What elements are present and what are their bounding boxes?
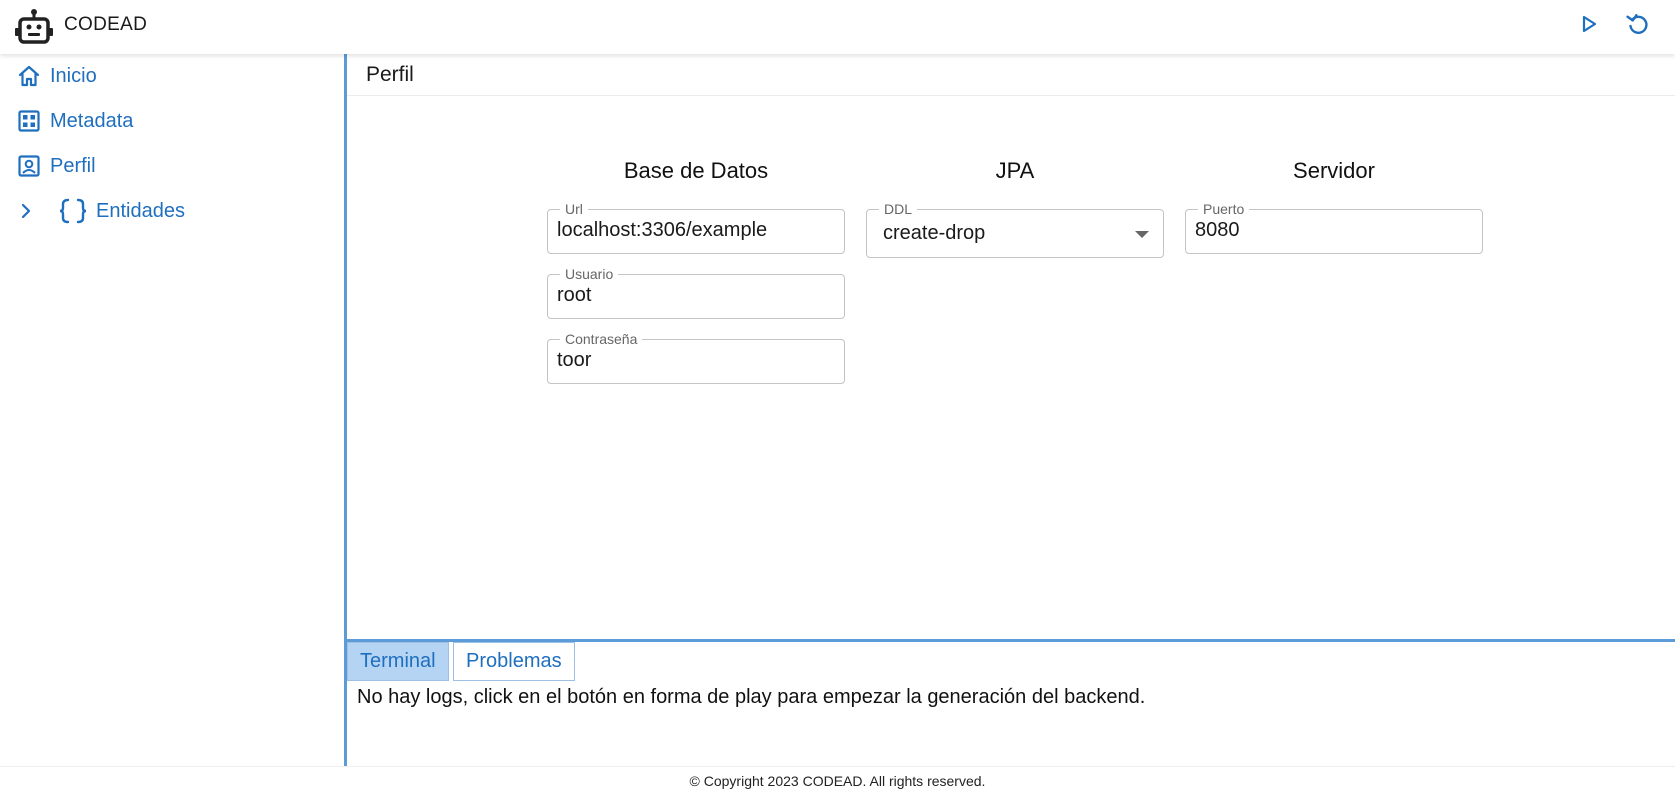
page-title-bar: Perfil [347,54,1675,96]
tab-label: Terminal [360,650,436,672]
reset-button[interactable] [1622,10,1654,42]
port-field[interactable]: Puerto [1185,201,1483,254]
tab-label: Problemas [466,650,562,672]
sidebar-item-label: Perfil [50,154,96,177]
ddl-select[interactable]: DDL create-drop [866,201,1164,258]
app-header: CODEAD [0,0,1675,54]
sidebar-item-label: Metadata [50,109,134,132]
play-button[interactable] [1573,10,1605,42]
app-title: CODEAD [64,14,148,35]
sidebar: Inicio Metadata Perfil Entidades [0,54,344,766]
port-label: Puerto [1198,201,1250,217]
caret-down-icon [1135,231,1149,238]
database-heading: Base de Datos [623,158,769,183]
terminal-log-message: No hay logs, click en el botón en forma … [357,686,1146,708]
user-field[interactable]: Usuario [547,266,845,319]
grid-icon [16,108,42,134]
sidebar-item-metadata[interactable]: Metadata [16,105,133,137]
refresh-icon [1625,11,1651,42]
url-input[interactable] [557,219,827,242]
sidebar-item-inicio[interactable]: Inicio [16,60,97,92]
braces-icon [58,198,88,224]
user-label: Usuario [560,266,619,282]
password-label: Contraseña [560,331,643,347]
play-icon [1579,14,1599,39]
sidebar-item-entidades[interactable]: Entidades [16,195,185,227]
robot-icon [14,8,54,44]
server-heading: Servidor [1293,158,1375,183]
user-input[interactable] [557,284,827,307]
page-title: Perfil [366,63,414,86]
port-input[interactable] [1195,219,1465,242]
jpa-heading: JPA [995,158,1035,183]
url-field[interactable]: Url [547,201,845,254]
ddl-label: DDL [879,201,918,217]
footer: © Copyright 2023 CODEAD. All rights rese… [0,766,1675,795]
sidebar-item-label: Inicio [50,64,97,87]
password-input[interactable] [557,349,827,372]
chevron-right-icon[interactable] [16,199,36,223]
tab-terminal[interactable]: Terminal [347,642,449,681]
home-icon [16,63,42,89]
profile-icon [16,153,42,179]
copyright-text: © Copyright 2023 CODEAD. All rights rese… [689,773,986,789]
sidebar-item-perfil[interactable]: Perfil [16,150,96,182]
sidebar-item-label: Entidades [96,199,185,222]
ddl-selected-value: create-drop [883,222,986,244]
tab-problemas[interactable]: Problemas [453,642,575,681]
url-label: Url [560,201,588,217]
password-field[interactable]: Contraseña [547,331,845,384]
